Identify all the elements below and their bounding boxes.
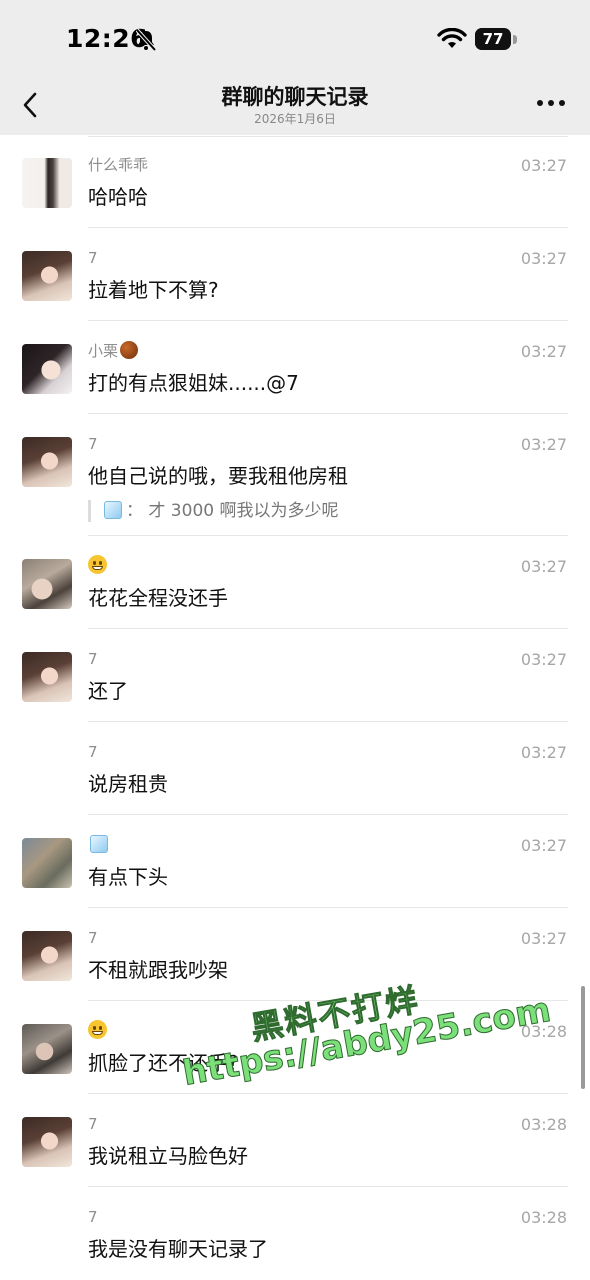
avatar[interactable] [22,559,72,609]
message-time: 03:27 [520,249,567,268]
sender-name: 7 [88,249,98,267]
message-item[interactable]: 7 03:28 我是没有聊天记录了 [0,1187,590,1280]
avatar[interactable] [22,437,72,487]
message-time: 03:28 [520,1115,567,1134]
battery-percent: 77 [482,30,504,48]
message-time: 03:27 [520,435,567,454]
message-item[interactable]: 03:27 花花全程没还手 [0,536,590,629]
message-text: 说房租贵 [88,772,168,796]
nav-bar: 群聊的聊天记录 2026年1月6日 [0,80,590,135]
message-text: 拉着地下不算? [88,278,219,302]
page-date: 2026年1月6日 [254,112,336,126]
message-item[interactable]: 7 03:27 不租就跟我吵架 [0,908,590,1001]
scrollbar[interactable] [581,986,585,1089]
sender-name: 7 [88,743,98,761]
sender-name: 7 [88,929,98,947]
avatar[interactable] [22,344,72,394]
wifi-icon [437,28,467,48]
title-block: 群聊的聊天记录 2026年1月6日 [120,83,470,127]
message-time: 03:28 [520,1022,567,1041]
message-item[interactable]: 什么乖乖 03:27 哈哈哈 [0,135,590,228]
ice-cube-emoji-icon [90,835,108,853]
back-chevron-icon[interactable] [18,88,44,122]
message-text: 还了 [88,679,128,703]
smiley-emoji-icon [88,555,107,574]
message-time: 03:27 [520,557,567,576]
sender-name-block: 小栗 [88,340,139,362]
avatar[interactable] [22,652,72,702]
message-item[interactable]: 7 03:28 我说租立马脸色好 [0,1094,590,1187]
message-time: 03:27 [520,743,567,762]
sender-name-block [88,834,112,856]
message-item[interactable]: 7 03:27 他自己说的哦，要我租他房租 ： 才 3000 啊我以为多少呢 [0,414,590,536]
message-text: 哈哈哈 [88,185,148,209]
message-text: 抓脸了还不还手? [88,1051,239,1075]
page-title: 群聊的聊天记录 [221,85,369,109]
message-text: 我说租立马脸色好 [88,1144,248,1168]
sender-name: 小栗 [88,342,119,360]
chestnut-emoji-icon [120,341,139,359]
sender-name-block [88,555,107,577]
message-time: 03:28 [520,1208,567,1227]
avatar[interactable] [22,1117,72,1167]
smiley-emoji-icon [88,1020,107,1039]
more-options-icon[interactable] [536,98,566,108]
message-list[interactable]: 什么乖乖 03:27 哈哈哈 7 03:27 拉着地下不算? 小栗 03:27 … [0,135,590,1280]
status-bar: 12:26 77 [0,0,590,80]
message-text: 打的有点狠姐妹......@7 [88,371,299,395]
ice-cube-emoji-icon [104,501,122,519]
avatar[interactable] [22,838,72,888]
message-item[interactable]: 03:27 有点下头 [0,815,590,908]
sender-name-block [88,1020,107,1042]
sender-name: 7 [88,1208,98,1226]
message-item[interactable]: 7 03:27 拉着地下不算? [0,228,590,321]
message-text: 不租就跟我吵架 [88,958,228,982]
avatar[interactable] [22,158,72,208]
message-time: 03:27 [520,836,567,855]
quoted-reply[interactable]: ： 才 3000 啊我以为多少呢 [88,500,338,522]
quoted-text: ： 才 3000 啊我以为多少呢 [126,501,339,521]
message-time: 03:27 [520,929,567,948]
sender-name: 7 [88,1115,98,1133]
message-text: 有点下头 [88,865,168,889]
message-item[interactable]: 03:28 抓脸了还不还手? [0,1001,590,1094]
message-time: 03:27 [520,156,567,175]
bell-muted-icon [136,29,156,51]
sender-name: 7 [88,650,98,668]
battery-tip [513,35,517,44]
message-time: 03:27 [520,342,567,361]
avatar[interactable] [22,931,72,981]
avatar[interactable] [22,251,72,301]
message-item[interactable]: 小栗 03:27 打的有点狠姐妹......@7 [0,321,590,414]
avatar[interactable] [22,1024,72,1074]
message-item[interactable]: 7 03:27 说房租贵 [0,722,590,815]
message-text: 花花全程没还手 [88,586,228,610]
message-time: 03:27 [520,650,567,669]
sender-name: 7 [88,435,98,453]
sender-name: 什么乖乖 [88,156,149,174]
message-item[interactable]: 7 03:27 还了 [0,629,590,722]
message-text: 我是没有聊天记录了 [88,1237,268,1261]
message-text: 他自己说的哦，要我租他房租 [88,464,348,488]
